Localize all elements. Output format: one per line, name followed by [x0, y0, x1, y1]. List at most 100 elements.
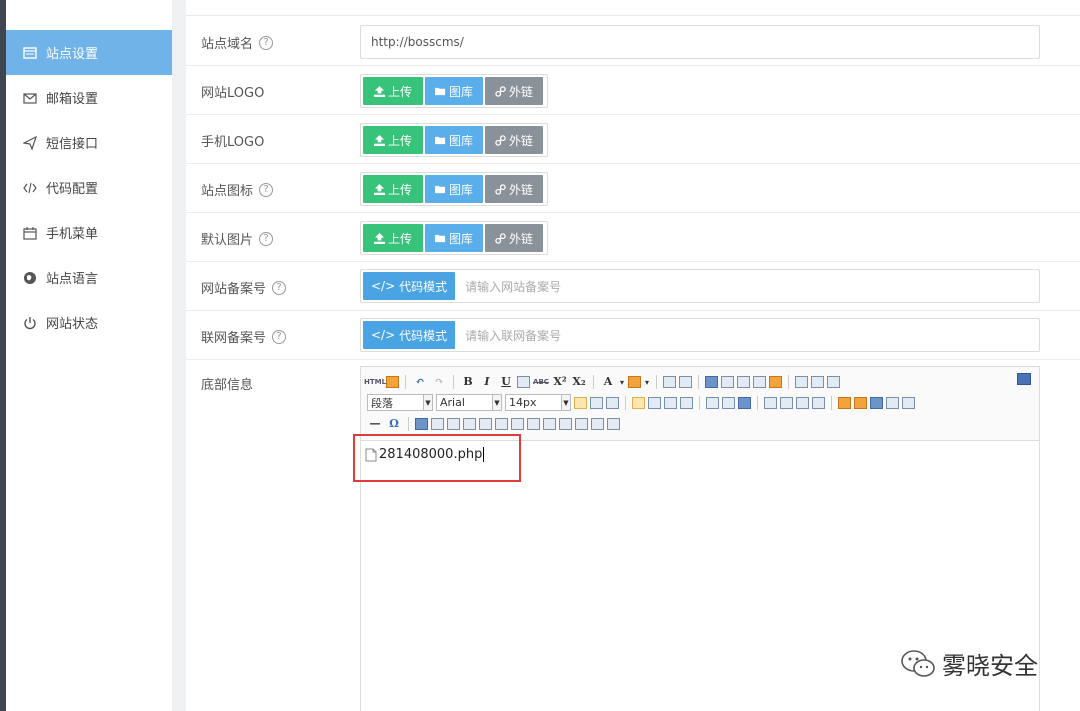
map-icon[interactable] [902, 396, 915, 409]
image-none-icon[interactable] [812, 396, 825, 409]
external-link-button[interactable]: 外链 [485, 224, 543, 252]
link-icon[interactable] [706, 396, 719, 409]
chevron-down-icon[interactable]: ▾ [619, 374, 625, 390]
police-placeholder: 请输入联网备案号 [465, 328, 562, 343]
domain-input[interactable]: http://bosscms/ [360, 25, 1040, 59]
gallery-button[interactable]: 图库 [425, 77, 483, 105]
upload-icon [373, 183, 385, 195]
image-right-icon[interactable] [780, 396, 793, 409]
special-char-icon[interactable]: Ω [386, 416, 402, 432]
merge-down-icon[interactable] [543, 417, 556, 430]
sidebar-item-site-settings[interactable]: 站点设置 [6, 30, 172, 75]
sidebar-item-mobile-menu[interactable]: 手机菜单 [6, 210, 172, 255]
table-delete-icon[interactable] [431, 417, 444, 430]
upload-button[interactable]: 上传 [363, 224, 423, 252]
external-link-button[interactable]: 外链 [485, 175, 543, 203]
font-family-select[interactable]: Arial ▼ [436, 394, 502, 411]
line-height-icon[interactable] [827, 375, 840, 388]
font-decrease-icon[interactable] [679, 375, 692, 388]
attachment-file[interactable]: 281408000.php [365, 447, 1035, 462]
paste-icon[interactable] [769, 375, 782, 388]
insert-table-icon[interactable] [415, 417, 428, 430]
font-border-icon[interactable] [517, 375, 530, 388]
external-link-button[interactable]: 外链 [485, 126, 543, 154]
code-mode-button[interactable]: </> 代码模式 [363, 321, 456, 349]
image-center-icon[interactable] [796, 396, 809, 409]
chevron-down-icon[interactable]: ▾ [644, 374, 650, 390]
eraser-icon[interactable] [737, 375, 750, 388]
sidebar-item-sms[interactable]: 短信接口 [6, 120, 172, 165]
help-icon[interactable]: ? [259, 182, 274, 197]
align-center-icon[interactable] [648, 396, 661, 409]
upload-button[interactable]: 上传 [363, 126, 423, 154]
mail-icon [22, 90, 38, 106]
strikethrough-icon[interactable]: ABC [533, 374, 549, 390]
upload-button[interactable]: 上传 [363, 77, 423, 105]
align-justify-icon[interactable] [680, 396, 693, 409]
row-spacing-top-icon[interactable] [795, 375, 808, 388]
italic-icon[interactable]: I [479, 374, 495, 390]
merge-cells-icon[interactable] [511, 417, 524, 430]
font-color-icon[interactable]: A [600, 374, 616, 390]
split-cell-icon[interactable] [559, 417, 572, 430]
icp-input[interactable]: </> 代码模式 请输入网站备案号 [360, 269, 1040, 303]
logo-button-group: 上传 图库 外链 [360, 74, 548, 108]
html-source-icon[interactable]: HTML [364, 374, 386, 390]
split-rows-icon[interactable] [575, 417, 588, 430]
attachment-icon[interactable] [886, 396, 899, 409]
find-icon[interactable] [721, 375, 734, 388]
delete-row-icon[interactable] [463, 417, 476, 430]
form-label: 站点域名 ? [201, 33, 274, 52]
align-right-icon[interactable] [664, 396, 677, 409]
help-icon[interactable]: ? [259, 35, 274, 50]
help-icon[interactable]: ? [272, 280, 287, 295]
image-left-icon[interactable] [764, 396, 777, 409]
insert-image-icon[interactable] [838, 396, 851, 409]
font-increase-icon[interactable] [663, 375, 676, 388]
ltr-icon[interactable] [574, 396, 587, 409]
insert-col-icon[interactable] [479, 417, 492, 430]
align-left-icon[interactable] [632, 396, 645, 409]
gallery-button[interactable]: 图库 [425, 224, 483, 252]
delete-col-icon[interactable] [495, 417, 508, 430]
bold-icon[interactable]: B [460, 374, 476, 390]
code-icon [22, 180, 38, 196]
external-link-button[interactable]: 外链 [485, 77, 543, 105]
help-icon[interactable]: ? [259, 231, 274, 246]
split-cols-icon[interactable] [591, 417, 604, 430]
table-props-icon[interactable] [607, 417, 620, 430]
sidebar-item-language[interactable]: 站点语言 [6, 255, 172, 300]
highlight-color-icon[interactable] [628, 375, 641, 388]
horizontal-rule-icon[interactable]: — [367, 416, 383, 432]
file-name[interactable]: 281408000.php [379, 447, 482, 462]
paste-plain-icon[interactable] [753, 375, 766, 388]
gallery-button[interactable]: 图库 [425, 126, 483, 154]
insert-link-icon[interactable] [705, 375, 718, 388]
paragraph-select[interactable]: 段落 ▼ [367, 394, 433, 411]
code-mode-button[interactable]: </> 代码模式 [363, 272, 456, 300]
upload-button[interactable]: 上传 [363, 175, 423, 203]
font-size-select[interactable]: 14px ▼ [505, 394, 571, 411]
unlink-icon[interactable] [722, 396, 735, 409]
police-input[interactable]: </> 代码模式 请输入联网备案号 [360, 318, 1040, 352]
sidebar-item-site-status[interactable]: 网站状态 [6, 300, 172, 345]
merge-right-icon[interactable] [527, 417, 540, 430]
subscript-icon[interactable]: X₂ [571, 374, 587, 390]
insert-video-icon[interactable] [870, 396, 883, 409]
help-icon[interactable]: ? [272, 329, 287, 344]
print-icon[interactable] [386, 375, 399, 388]
superscript-icon[interactable]: X² [552, 374, 568, 390]
insert-row-icon[interactable] [447, 417, 460, 430]
underline-icon[interactable]: U [498, 374, 514, 390]
rtl-icon[interactable] [590, 396, 603, 409]
sidebar-item-mail-settings[interactable]: 邮箱设置 [6, 75, 172, 120]
indent-icon[interactable] [606, 396, 619, 409]
fullscreen-icon[interactable] [1017, 373, 1031, 385]
gallery-button[interactable]: 图库 [425, 175, 483, 203]
anchor-icon[interactable] [738, 396, 751, 409]
redo-icon[interactable]: ↷ [431, 374, 447, 390]
undo-icon[interactable]: ↶ [412, 374, 428, 390]
multi-image-icon[interactable] [854, 396, 867, 409]
row-spacing-bottom-icon[interactable] [811, 375, 824, 388]
sidebar-item-code[interactable]: 代码配置 [6, 165, 172, 210]
